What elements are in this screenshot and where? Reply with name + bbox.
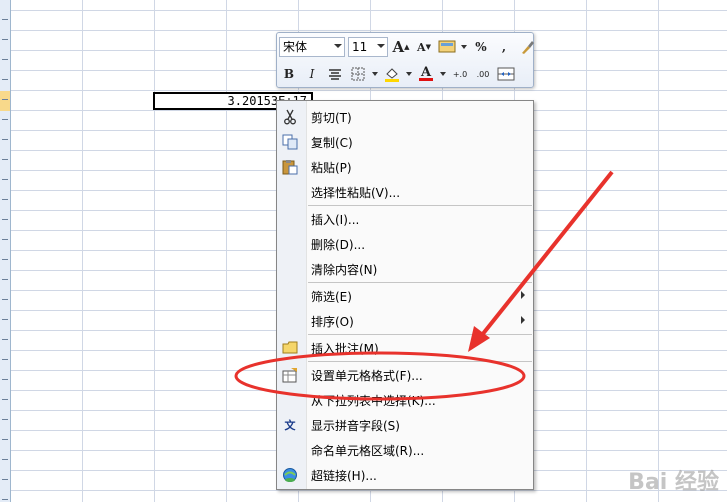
row-number-mark bbox=[2, 359, 8, 360]
font-name-combo[interactable]: 宋体 bbox=[279, 37, 345, 57]
menu-item-label: 粘贴(P) bbox=[311, 161, 352, 175]
accounting-format-icon[interactable] bbox=[437, 37, 457, 57]
menu-item-label: 剪切(T) bbox=[311, 111, 352, 125]
row-number-mark bbox=[2, 19, 8, 20]
row-number-mark bbox=[2, 459, 8, 460]
mini-toolbar: 宋体 11 A ▲ A ▼ % , B I A +.0 .00 bbox=[276, 32, 534, 88]
menu-item-label: 删除(D)... bbox=[311, 238, 366, 252]
chevron-down-icon[interactable] bbox=[371, 64, 379, 84]
row-number-mark bbox=[2, 199, 8, 200]
row-number-mark bbox=[2, 59, 8, 60]
row-number-mark bbox=[2, 319, 8, 320]
menu-item-cut[interactable]: 剪切(T) bbox=[277, 104, 533, 129]
row-number-mark bbox=[2, 479, 8, 480]
context-menu: 剪切(T) 复制(C) 粘贴(P) 选择性粘贴(V)... 插入(I)... 删… bbox=[276, 100, 534, 490]
selected-row-marker bbox=[0, 91, 10, 111]
menu-item-filter[interactable]: 筛选(E) bbox=[277, 283, 533, 308]
decrease-decimal-icon[interactable]: .00 bbox=[473, 64, 493, 84]
submenu-arrow-icon bbox=[521, 291, 525, 299]
row-number-mark bbox=[2, 139, 8, 140]
comment-icon bbox=[281, 339, 299, 357]
hyperlink-icon bbox=[281, 466, 299, 484]
watermark: Bai 经验 bbox=[628, 470, 719, 495]
row-number-mark bbox=[2, 259, 8, 260]
row-number-mark bbox=[2, 39, 8, 40]
comma-icon[interactable]: , bbox=[494, 37, 514, 57]
paste-icon bbox=[281, 158, 299, 176]
menu-item-hyperlink[interactable]: 超链接(H)... bbox=[277, 462, 533, 487]
menu-item-insert-comment[interactable]: 插入批注(M) bbox=[277, 335, 533, 360]
menu-item-label: 命名单元格区域(R)... bbox=[311, 444, 425, 458]
chevron-down-icon[interactable] bbox=[334, 44, 342, 48]
font-size-value: 11 bbox=[352, 40, 368, 54]
menu-item-paste-special[interactable]: 选择性粘贴(V)... bbox=[277, 179, 533, 204]
borders-icon[interactable] bbox=[348, 64, 368, 84]
menu-item-label: 筛选(E) bbox=[311, 290, 352, 304]
font-size-combo[interactable]: 11 bbox=[348, 37, 388, 57]
percent-icon[interactable]: % bbox=[471, 37, 491, 57]
row-number-mark bbox=[2, 439, 8, 440]
row-number-mark bbox=[2, 179, 8, 180]
row-number-mark bbox=[2, 419, 8, 420]
row-number-mark bbox=[2, 99, 8, 100]
chevron-down-icon[interactable] bbox=[377, 44, 385, 48]
grow-font-icon[interactable]: A ▲ bbox=[391, 37, 411, 57]
row-number-mark bbox=[2, 399, 8, 400]
row-number-mark bbox=[2, 219, 8, 220]
font-name-value: 宋体 bbox=[283, 40, 308, 54]
menu-item-show-phonetic[interactable]: 文 显示拼音字段(S) bbox=[277, 412, 533, 437]
fill-color-icon[interactable] bbox=[382, 64, 402, 84]
row-number-mark bbox=[2, 159, 8, 160]
row-header[interactable] bbox=[0, 0, 11, 502]
row-number-mark bbox=[2, 279, 8, 280]
shrink-font-icon[interactable]: A ▼ bbox=[414, 37, 434, 57]
menu-item-copy[interactable]: 复制(C) bbox=[277, 129, 533, 154]
menu-item-label: 从下拉列表中选择(K)... bbox=[311, 394, 436, 408]
row-number-mark bbox=[2, 499, 8, 500]
menu-item-label: 排序(O) bbox=[311, 315, 354, 329]
menu-item-label: 设置单元格格式(F)... bbox=[311, 369, 423, 383]
menu-item-label: 插入(I)... bbox=[311, 213, 360, 227]
italic-button[interactable]: I bbox=[302, 64, 322, 84]
chevron-down-icon[interactable] bbox=[405, 64, 413, 84]
row-number-mark bbox=[2, 339, 8, 340]
format-cells-icon bbox=[281, 366, 299, 384]
bold-button[interactable]: B bbox=[279, 64, 299, 84]
menu-item-paste[interactable]: 粘贴(P) bbox=[277, 154, 533, 179]
menu-item-delete[interactable]: 删除(D)... bbox=[277, 231, 533, 256]
chevron-down-icon[interactable] bbox=[439, 64, 447, 84]
row-number-mark bbox=[2, 299, 8, 300]
menu-item-insert[interactable]: 插入(I)... bbox=[277, 206, 533, 231]
align-center-icon[interactable] bbox=[325, 64, 345, 84]
scissors-icon bbox=[281, 108, 299, 126]
row-number-mark bbox=[2, 119, 8, 120]
menu-item-label: 选择性粘贴(V)... bbox=[311, 186, 401, 200]
menu-item-define-name[interactable]: 命名单元格区域(R)... bbox=[277, 437, 533, 462]
menu-item-label: 清除内容(N) bbox=[311, 263, 378, 277]
menu-item-pick-from-list[interactable]: 从下拉列表中选择(K)... bbox=[277, 387, 533, 412]
row-number-mark bbox=[2, 239, 8, 240]
row-number-mark bbox=[2, 379, 8, 380]
chevron-down-icon[interactable] bbox=[460, 37, 468, 57]
row-number-mark bbox=[2, 79, 8, 80]
menu-item-label: 超链接(H)... bbox=[311, 469, 377, 483]
menu-item-clear-contents[interactable]: 清除内容(N) bbox=[277, 256, 533, 281]
merge-center-icon[interactable] bbox=[496, 64, 516, 84]
brush-icon[interactable] bbox=[517, 37, 537, 57]
menu-item-label: 显示拼音字段(S) bbox=[311, 419, 400, 433]
copy-icon bbox=[281, 133, 299, 151]
increase-decimal-icon[interactable]: +.0 bbox=[450, 64, 470, 84]
submenu-arrow-icon bbox=[521, 316, 525, 324]
font-color-icon[interactable]: A bbox=[416, 64, 436, 84]
menu-item-sort[interactable]: 排序(O) bbox=[277, 308, 533, 333]
phonetic-icon: 文 bbox=[284, 419, 296, 432]
menu-item-format-cells[interactable]: 设置单元格格式(F)... bbox=[277, 362, 533, 387]
menu-item-label: 插入批注(M) bbox=[311, 342, 379, 356]
menu-item-label: 复制(C) bbox=[311, 136, 353, 150]
